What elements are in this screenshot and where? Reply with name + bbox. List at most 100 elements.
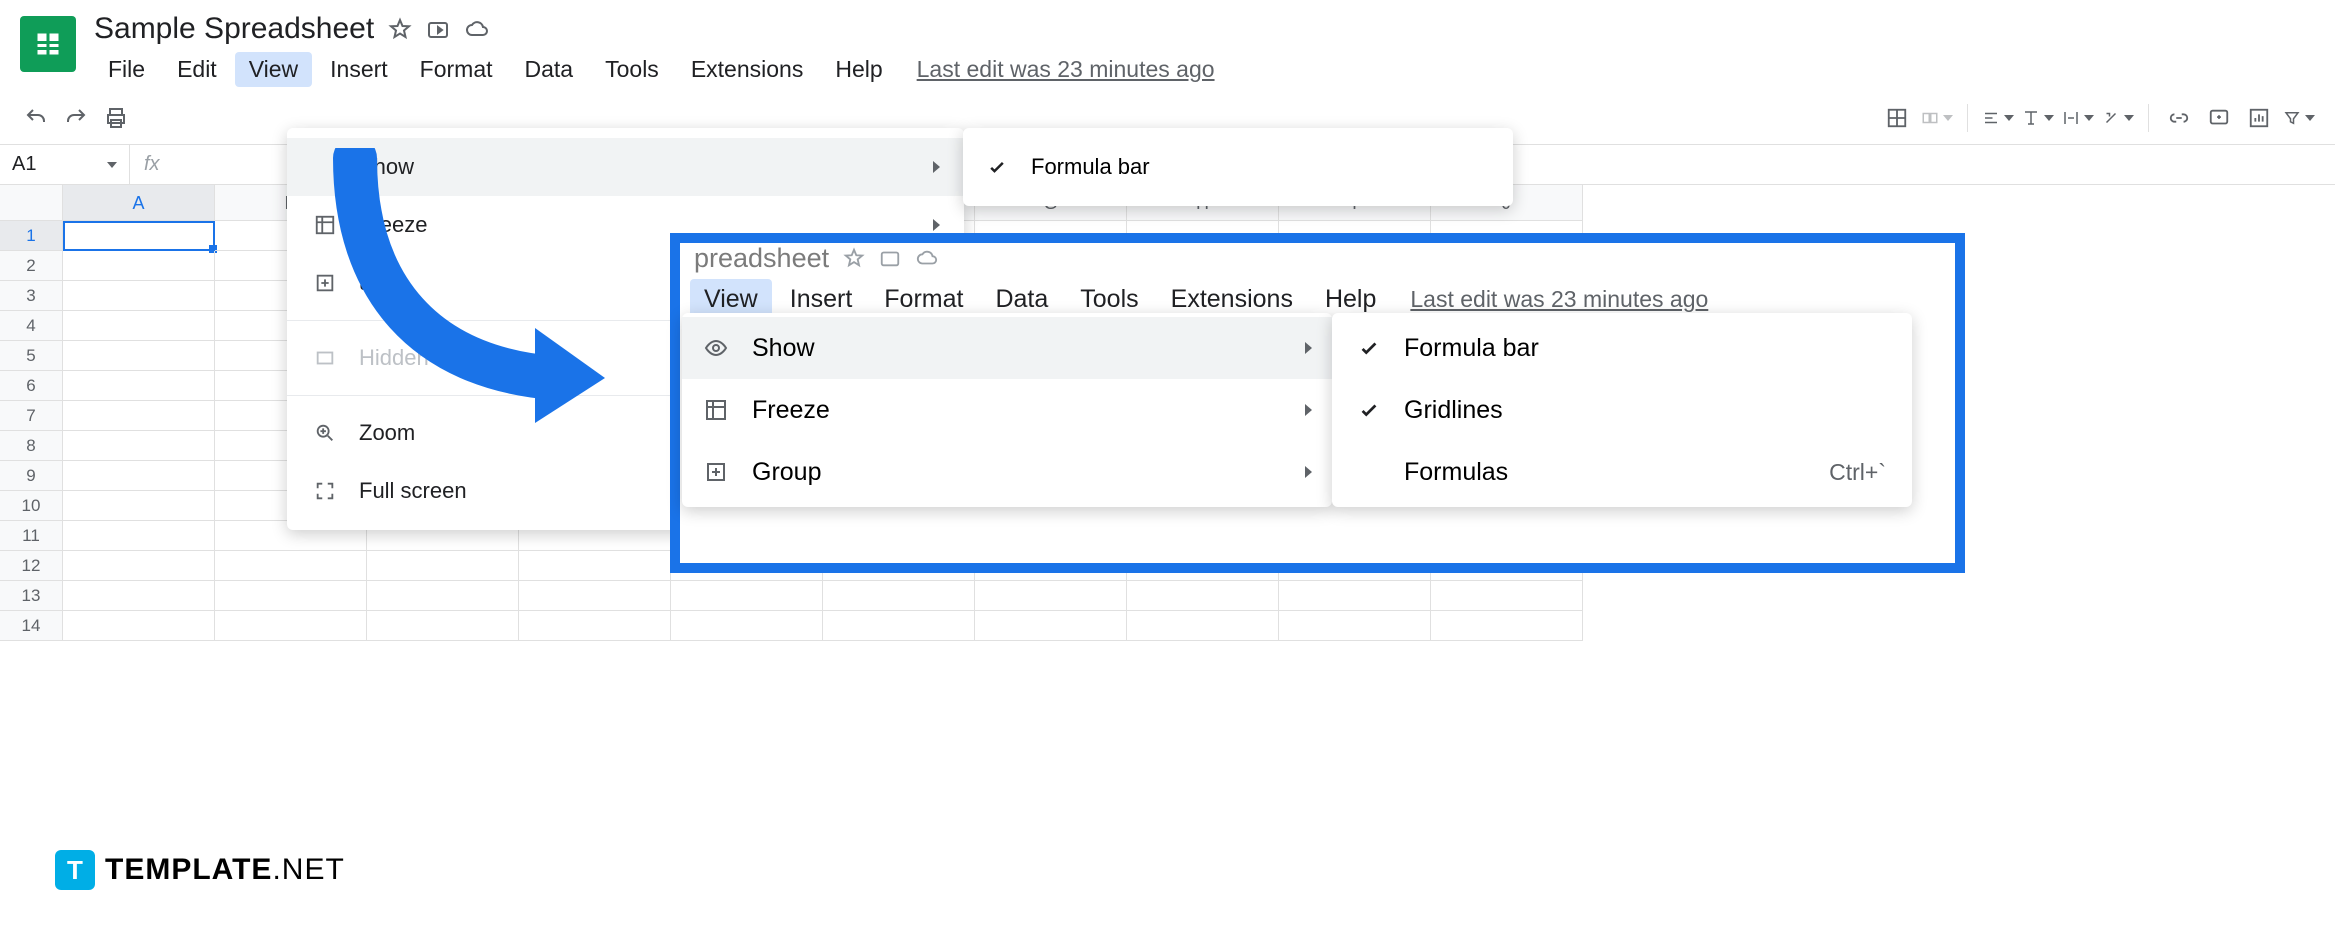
link-icon[interactable] — [2163, 102, 2195, 134]
watermark-logo: T — [55, 850, 95, 890]
menu-edit[interactable]: Edit — [163, 52, 231, 87]
cell[interactable] — [367, 551, 519, 581]
star-icon[interactable] — [843, 247, 865, 269]
cell[interactable] — [823, 611, 975, 641]
view-show-item[interactable]: Show — [682, 317, 1332, 379]
cell[interactable] — [519, 581, 671, 611]
menu-insert[interactable]: Insert — [316, 52, 402, 87]
menu-format[interactable]: Format — [406, 52, 507, 87]
cell[interactable] — [367, 611, 519, 641]
menu-bar: File Edit View Insert Format Data Tools … — [94, 52, 2315, 87]
cell[interactable] — [63, 371, 215, 401]
row-header[interactable]: 5 — [0, 341, 63, 371]
star-icon[interactable] — [388, 17, 412, 41]
show-gridlines-item[interactable]: Gridlines — [1332, 379, 1912, 441]
cell[interactable] — [975, 581, 1127, 611]
menu-extensions[interactable]: Extensions — [677, 52, 818, 87]
cell[interactable] — [63, 581, 215, 611]
zoom-callout: preadsheet View Insert Format Data Tools… — [670, 233, 1965, 573]
row-header[interactable]: 8 — [0, 431, 63, 461]
menu-help[interactable]: Help — [821, 52, 896, 87]
last-edit-link[interactable]: Last edit was 23 minutes ago — [917, 56, 1215, 83]
cell[interactable] — [63, 221, 215, 251]
menu-view[interactable]: View — [235, 52, 312, 87]
chart-icon[interactable] — [2243, 102, 2275, 134]
row-header[interactable]: 9 — [0, 461, 63, 491]
header: Sample Spreadsheet File Edit View Insert… — [0, 0, 2335, 87]
undo-icon[interactable] — [20, 102, 52, 134]
cell[interactable] — [1431, 581, 1583, 611]
row-header[interactable]: 13 — [0, 581, 63, 611]
print-icon[interactable] — [100, 102, 132, 134]
wrap-icon[interactable] — [2062, 102, 2094, 134]
view-freeze-item[interactable]: Freeze — [682, 379, 1332, 441]
cell[interactable] — [63, 251, 215, 281]
view-group-item[interactable]: Group — [682, 441, 1332, 503]
align-h-icon[interactable] — [1982, 102, 2014, 134]
cell[interactable] — [63, 341, 215, 371]
cloud-icon[interactable] — [464, 17, 490, 41]
row-header[interactable]: 3 — [0, 281, 63, 311]
cell[interactable] — [671, 581, 823, 611]
check-icon — [1358, 337, 1382, 359]
cell[interactable] — [63, 431, 215, 461]
check-icon — [987, 157, 1011, 177]
cell[interactable] — [519, 611, 671, 641]
menu-file[interactable]: File — [94, 52, 159, 87]
show-formula-bar-item[interactable]: Formula bar — [1332, 317, 1912, 379]
row-header[interactable]: 7 — [0, 401, 63, 431]
cell[interactable] — [1279, 581, 1431, 611]
cell[interactable] — [671, 611, 823, 641]
cell[interactable] — [519, 551, 671, 581]
comment-icon[interactable] — [2203, 102, 2235, 134]
col-header[interactable]: A — [63, 185, 215, 221]
cell[interactable] — [1279, 611, 1431, 641]
merge-icon[interactable] — [1921, 102, 1953, 134]
arrow-annotation — [305, 148, 615, 428]
row-header[interactable]: 12 — [0, 551, 63, 581]
menu-tools[interactable]: Tools — [591, 52, 673, 87]
move-icon[interactable] — [879, 247, 901, 269]
align-v-icon[interactable] — [2022, 102, 2054, 134]
cell[interactable] — [1127, 581, 1279, 611]
move-icon[interactable] — [426, 17, 450, 41]
title-area: Sample Spreadsheet File Edit View Insert… — [94, 12, 2315, 87]
menu-data[interactable]: Data — [511, 52, 588, 87]
cell[interactable] — [63, 401, 215, 431]
cell[interactable] — [63, 311, 215, 341]
filter-icon[interactable] — [2283, 102, 2315, 134]
cell[interactable] — [367, 581, 519, 611]
cloud-icon[interactable] — [915, 247, 939, 269]
redo-icon[interactable] — [60, 102, 92, 134]
row-header[interactable]: 4 — [0, 311, 63, 341]
document-title[interactable]: Sample Spreadsheet — [94, 12, 374, 46]
cell[interactable] — [215, 611, 367, 641]
row-header[interactable]: 2 — [0, 251, 63, 281]
row-header[interactable]: 1 — [0, 221, 63, 251]
cell[interactable] — [63, 521, 215, 551]
cell[interactable] — [63, 461, 215, 491]
cell[interactable] — [1127, 611, 1279, 641]
cell[interactable] — [215, 581, 367, 611]
cell[interactable] — [63, 551, 215, 581]
borders-icon[interactable] — [1881, 102, 1913, 134]
show-formulas-item[interactable]: Formulas Ctrl+` — [1332, 441, 1912, 503]
last-edit-link[interactable]: Last edit was 23 minutes ago — [1410, 286, 1708, 313]
cell[interactable] — [215, 551, 367, 581]
cell[interactable] — [63, 491, 215, 521]
rotate-icon[interactable] — [2102, 102, 2134, 134]
row-header[interactable]: 6 — [0, 371, 63, 401]
row-header[interactable]: 10 — [0, 491, 63, 521]
show-formula-bar-item[interactable]: Formula bar — [963, 138, 1513, 196]
cell[interactable] — [975, 611, 1127, 641]
cell[interactable] — [1431, 611, 1583, 641]
cell[interactable] — [823, 581, 975, 611]
row-header[interactable]: 14 — [0, 611, 63, 641]
cell[interactable] — [63, 611, 215, 641]
title-row: Sample Spreadsheet — [94, 12, 2315, 46]
cell[interactable] — [63, 281, 215, 311]
name-box[interactable]: A1 — [0, 145, 130, 184]
select-all-corner[interactable] — [0, 185, 63, 221]
row-header[interactable]: 11 — [0, 521, 63, 551]
chevron-right-icon — [933, 161, 940, 173]
